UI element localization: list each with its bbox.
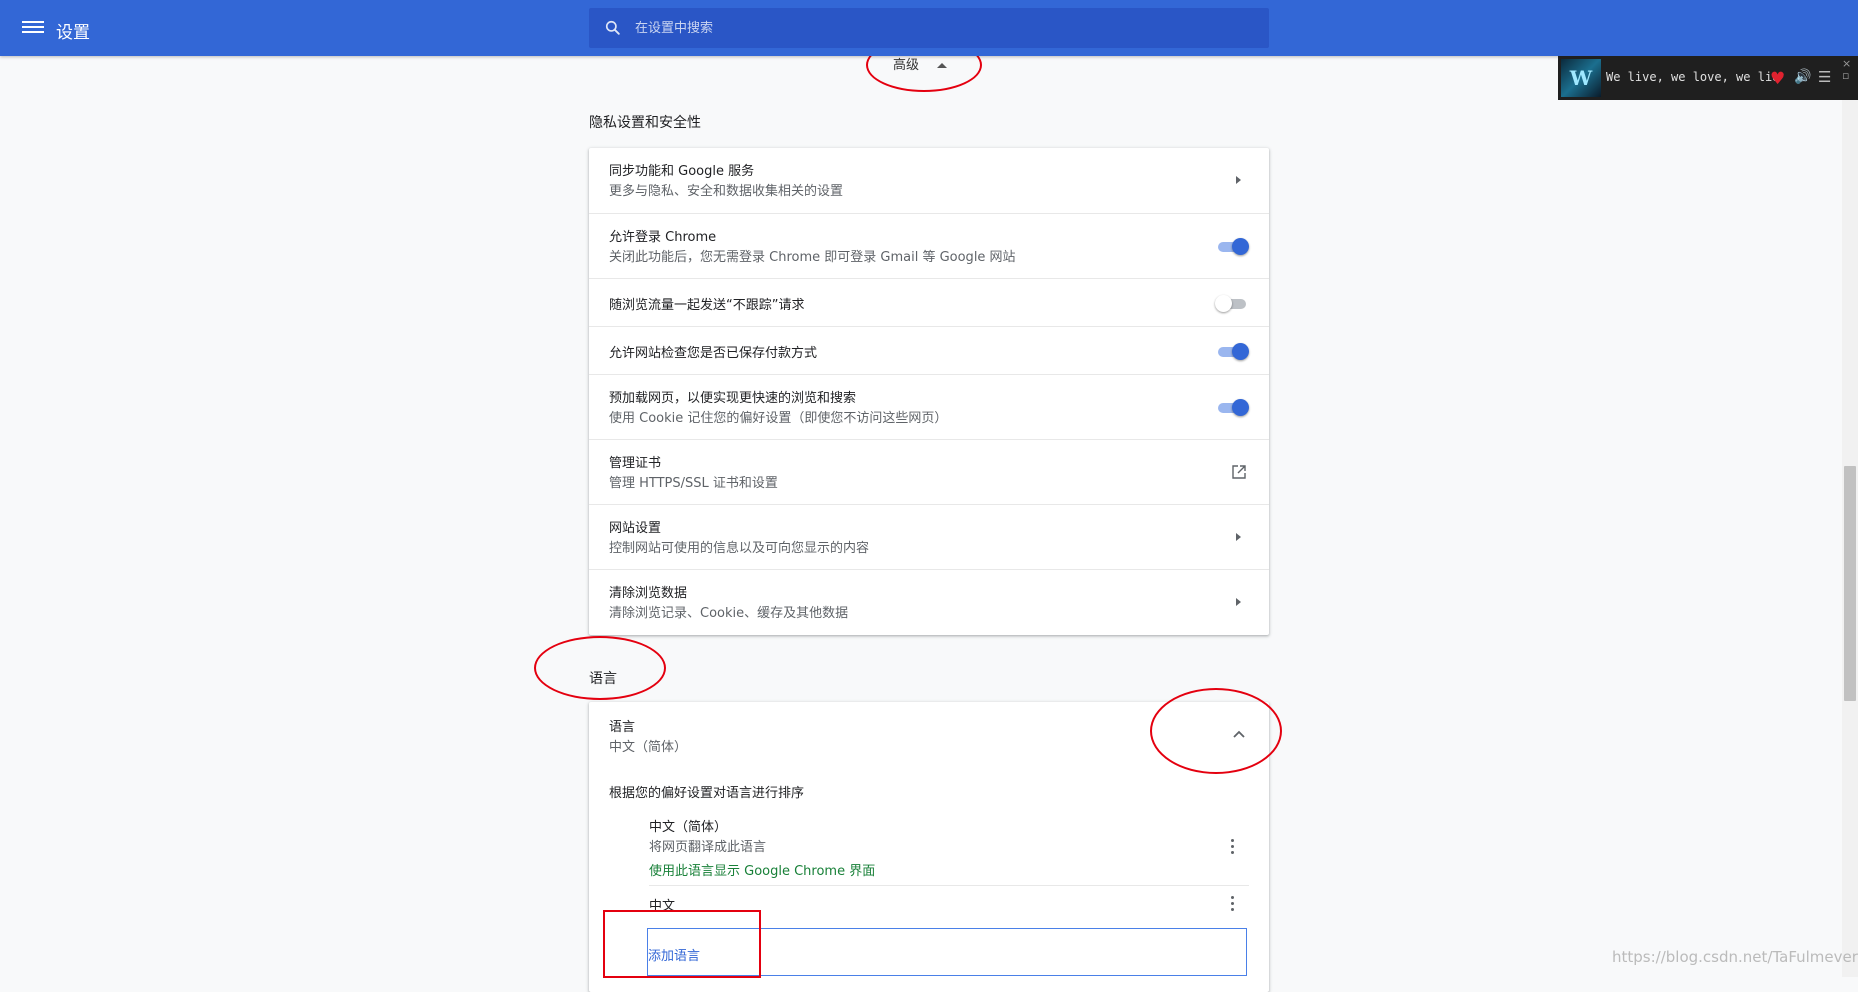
row-label: 随浏览流量一起发送“不跟踪”请求 (609, 298, 805, 313)
language-header-sub: 中文（简体） (609, 740, 688, 755)
add-language-label: 添加语言 (648, 949, 701, 964)
arrow-right-icon (1236, 533, 1241, 541)
row-sub: 控制网站可使用的信息以及可向您显示的内容 (609, 541, 870, 556)
close-icon[interactable]: × ▫ (1842, 58, 1851, 82)
music-player-widget: W We live, we love, we lie ♥ 🔊 ☰ × ▫ (1558, 56, 1858, 100)
row-payment-methods: 允许网站检查您是否已保存付款方式 (589, 326, 1269, 374)
more-vert-icon[interactable] (1231, 839, 1235, 855)
volume-icon[interactable]: 🔊 (1794, 69, 1811, 85)
chevron-up-icon[interactable] (1231, 726, 1247, 742)
row-label: 允许登录 Chrome (609, 230, 717, 245)
watermark: https://blog.csdn.net/TaFulmever (1612, 948, 1858, 966)
row-allow-chrome-signin: 允许登录 Chrome 关闭此功能后，您无需登录 Chrome 即可登录 Gma… (589, 213, 1269, 278)
arrow-right-icon (1236, 176, 1241, 184)
language-item-ui-note: 使用此语言显示 Google Chrome 界面 (649, 864, 876, 879)
divider (649, 885, 1249, 886)
privacy-section-title: 隐私设置和安全性 (589, 115, 701, 131)
row-label: 允许网站检查您是否已保存付款方式 (609, 346, 818, 361)
toggle-do-not-track[interactable] (1215, 293, 1249, 313)
row-sub: 更多与隐私、安全和数据收集相关的设置 (609, 184, 844, 199)
add-language-button[interactable]: 添加语言 (647, 928, 1247, 976)
row-site-settings[interactable]: 网站设置 控制网站可使用的信息以及可向您显示的内容 (589, 504, 1269, 569)
row-sub: 管理 HTTPS/SSL 证书和设置 (609, 476, 778, 491)
song-title: We live, we love, we lie (1606, 70, 1780, 84)
toggle-preload-pages[interactable] (1215, 397, 1249, 417)
toggle-allow-chrome-signin[interactable] (1215, 236, 1249, 256)
row-sub: 清除浏览记录、Cookie、缓存及其他数据 (609, 606, 849, 621)
row-label: 管理证书 (609, 456, 662, 471)
privacy-card: 同步功能和 Google 服务 更多与隐私、安全和数据收集相关的设置 允许登录 … (589, 148, 1269, 635)
more-vert-icon[interactable] (1231, 896, 1235, 912)
row-sub: 使用 Cookie 记住您的偏好设置（即使您不访问这些网页） (609, 411, 948, 426)
row-do-not-track: 随浏览流量一起发送“不跟踪”请求 (589, 278, 1269, 326)
row-label: 同步功能和 Google 服务 (609, 164, 755, 179)
row-clear-browsing-data[interactable]: 清除浏览数据 清除浏览记录、Cookie、缓存及其他数据 (589, 569, 1269, 634)
external-link-icon (1232, 465, 1246, 479)
language-header-label: 语言 (609, 720, 636, 735)
language-item-sub: 将网页翻译成此语言 (649, 840, 767, 855)
search-icon (605, 20, 620, 35)
language-card: 语言 中文（简体） 根据您的偏好设置对语言进行排序 中文（简体） 将网页翻译成此… (589, 702, 1269, 992)
row-label: 清除浏览数据 (609, 586, 688, 601)
language-order-desc: 根据您的偏好设置对语言进行排序 (609, 786, 805, 801)
scrollbar-thumb[interactable] (1844, 466, 1856, 701)
language-section-title: 语言 (589, 671, 617, 687)
row-manage-certificates[interactable]: 管理证书 管理 HTTPS/SSL 证书和设置 (589, 439, 1269, 504)
language-item-label: 中文（简体） (649, 820, 728, 835)
row-label: 网站设置 (609, 521, 662, 536)
search-box[interactable] (589, 8, 1269, 48)
page-title: 设置 (56, 23, 90, 43)
arrow-right-icon (1236, 598, 1241, 606)
toggle-payment-methods[interactable] (1215, 341, 1249, 361)
heart-icon[interactable]: ♥ (1770, 69, 1785, 89)
row-preload-pages: 预加载网页，以便实现更快速的浏览和搜索 使用 Cookie 记住您的偏好设置（即… (589, 374, 1269, 439)
top-app-bar: 设置 (0, 0, 1858, 56)
advanced-label: 高级 (893, 58, 920, 73)
caret-up-icon (937, 63, 948, 68)
row-label: 预加载网页，以便实现更快速的浏览和搜索 (609, 391, 857, 406)
advanced-toggle[interactable]: 高级 (893, 54, 948, 73)
album-art[interactable]: W (1561, 59, 1601, 97)
playlist-icon[interactable]: ☰ (1818, 68, 1831, 86)
language-item-label: 中文 (649, 899, 676, 914)
row-sub: 关闭此功能后，您无需登录 Chrome 即可登录 Gmail 等 Google … (609, 250, 1016, 265)
row-sync-google-services[interactable]: 同步功能和 Google 服务 更多与隐私、安全和数据收集相关的设置 (589, 148, 1269, 213)
row-language-expand[interactable]: 语言 中文（简体） (589, 702, 1269, 762)
search-input[interactable] (633, 8, 1253, 48)
menu-icon[interactable] (22, 18, 44, 38)
